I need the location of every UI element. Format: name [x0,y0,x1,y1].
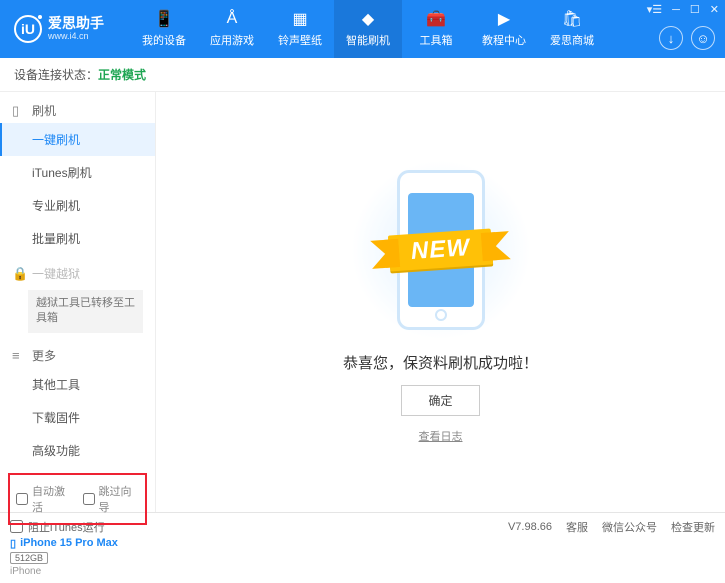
download-button[interactable]: ↓ [659,26,683,50]
sidebar-item-batch[interactable]: 批量刷机 [0,222,155,255]
sidebar-item-itunes[interactable]: iTunes刷机 [0,156,155,189]
success-illustration: NEW [331,160,551,340]
section-more[interactable]: ≡更多 [0,337,155,368]
options-highlight-box: 自动激活 跳过向导 [8,473,147,525]
logo-area: iU 爱思助手 www.i4.cn [0,15,130,43]
phone-icon: ▯ [12,103,26,119]
user-button[interactable]: ☺ [691,26,715,50]
top-nav: 📱我的设备 Å应用游戏 ▦铃声壁纸 ◆智能刷机 🧰工具箱 ▶教程中心 🛍爱思商城 [130,0,606,58]
toolbox-icon: 🧰 [427,10,445,28]
window-controls: ▾☰ ─ ☐ ✕ [647,3,719,16]
device-icon: 📱 [155,10,173,28]
status-bar: 设备连接状态：正常模式 [0,58,725,92]
sidebar-item-othertools[interactable]: 其他工具 [0,368,155,401]
menu-icon[interactable]: ▾☰ [647,3,662,16]
storage-badge: 512GB [10,552,48,564]
lock-icon: 🔒 [12,266,26,282]
apps-icon: Å [223,10,241,28]
app-header: iU 爱思助手 www.i4.cn 📱我的设备 Å应用游戏 ▦铃声壁纸 ◆智能刷… [0,0,725,58]
app-subtitle: www.i4.cn [48,32,104,42]
nav-my-device[interactable]: 📱我的设备 [130,0,198,58]
minimize-icon[interactable]: ─ [672,4,680,16]
nav-toolbox[interactable]: 🧰工具箱 [402,0,470,58]
app-title: 爱思助手 [48,16,104,31]
sidebar: ▯刷机 一键刷机 iTunes刷机 专业刷机 批量刷机 🔒一键越狱 越狱工具已转… [0,92,156,512]
more-icon: ≡ [12,348,26,363]
status-label: 设备连接状态： [14,68,98,82]
nav-ringtones[interactable]: ▦铃声壁纸 [266,0,334,58]
device-mini-icon: ▯ [10,537,16,550]
logo-icon: iU [14,15,42,43]
sidebar-item-oneclick[interactable]: 一键刷机 [0,123,155,156]
device-type: iPhone [10,566,145,577]
tutorial-icon: ▶ [495,10,513,28]
checkbox-auto-activate[interactable]: 自动激活 [16,483,73,515]
maximize-icon[interactable]: ☐ [690,3,700,16]
ok-button[interactable]: 确定 [401,385,479,416]
jailbreak-note: 越狱工具已转移至工具箱 [28,290,143,333]
new-ribbon: NEW [388,228,493,271]
success-message: 恭喜您，保资料刷机成功啦！ [343,352,538,373]
nav-store[interactable]: 🛍爱思商城 [538,0,606,58]
nav-apps[interactable]: Å应用游戏 [198,0,266,58]
main-panel: NEW 恭喜您，保资料刷机成功啦！ 确定 查看日志 [156,92,725,512]
checkbox-skip-setup[interactable]: 跳过向导 [83,483,140,515]
sidebar-item-advanced[interactable]: 高级功能 [0,434,155,467]
status-mode: 正常模式 [98,68,146,82]
flash-icon: ◆ [359,10,377,28]
sidebar-item-pro[interactable]: 专业刷机 [0,189,155,222]
sidebar-item-download-fw[interactable]: 下载固件 [0,401,155,434]
nav-flash[interactable]: ◆智能刷机 [334,0,402,58]
close-icon[interactable]: ✕ [710,3,719,16]
section-jailbreak: 🔒一键越狱 [0,255,155,286]
wallpaper-icon: ▦ [291,10,309,28]
view-log-link[interactable]: 查看日志 [419,428,463,444]
section-flash[interactable]: ▯刷机 [0,92,155,123]
store-icon: 🛍 [563,10,581,28]
device-info[interactable]: ▯iPhone 15 Pro Max 512GB iPhone [0,531,155,583]
nav-tutorial[interactable]: ▶教程中心 [470,0,538,58]
